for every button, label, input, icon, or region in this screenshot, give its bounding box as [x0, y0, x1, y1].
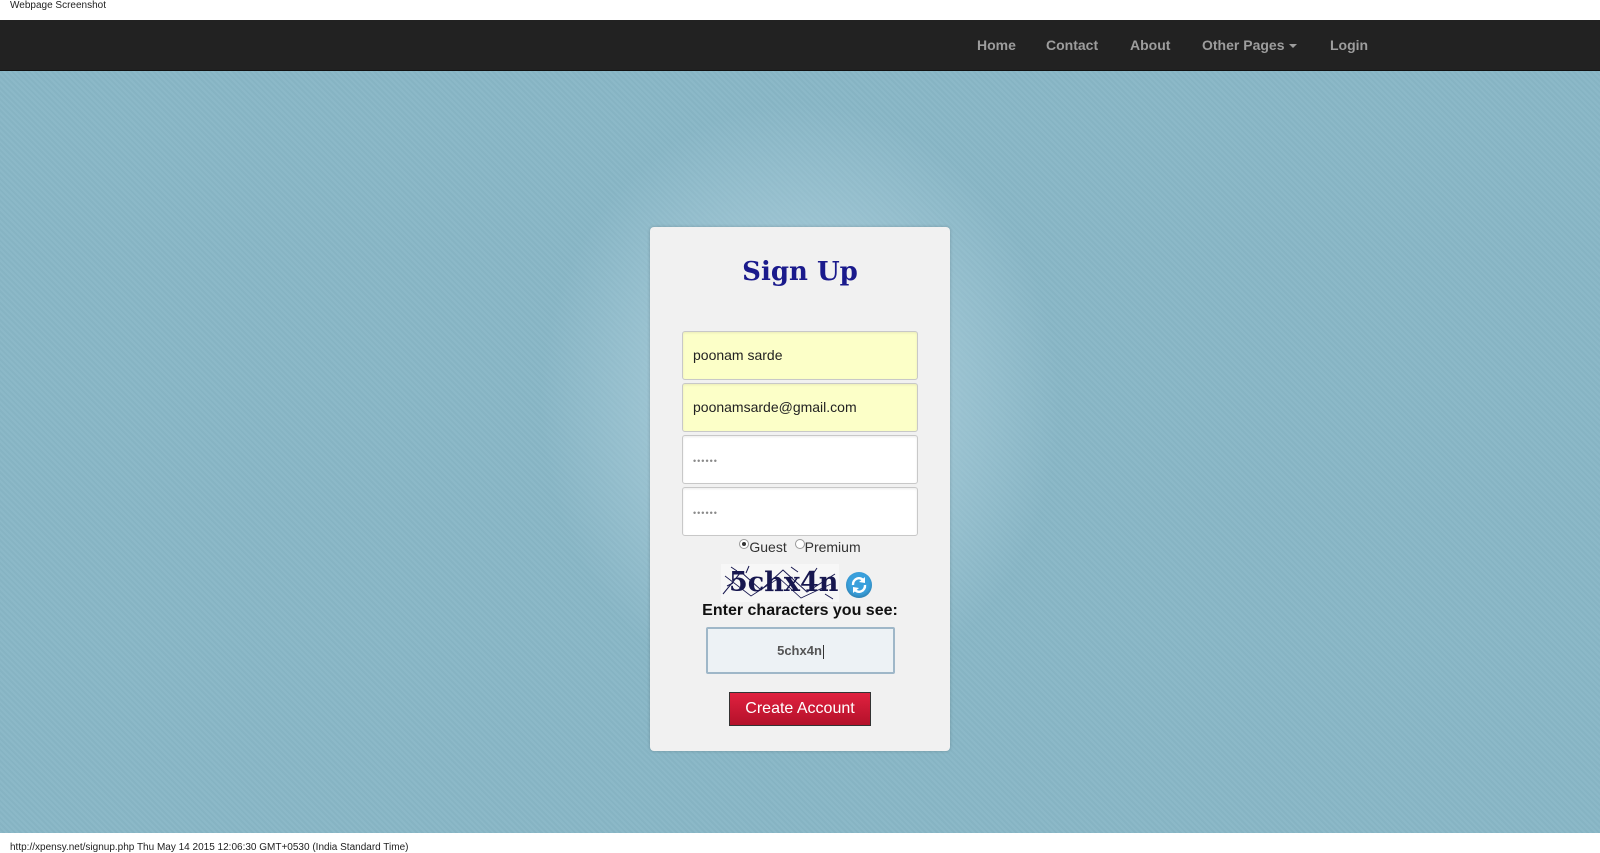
captcha-prompt: Enter characters you see: [702, 602, 898, 619]
capture-header: Webpage Screenshot [0, 0, 1600, 20]
top-navbar: Home Contact About Other Pages Login [0, 20, 1600, 71]
capture-header-text: Webpage Screenshot [10, 0, 106, 11]
nav-login-link[interactable]: Login [1330, 20, 1368, 70]
refresh-captcha-icon[interactable] [846, 572, 872, 598]
caret-down-icon [1289, 44, 1298, 49]
guest-radio[interactable] [739, 539, 750, 549]
confirm-password-field[interactable]: •••••• [682, 487, 918, 536]
captcha-input-value: 5chx4n [777, 643, 822, 658]
captcha-image: 5chx4n [721, 564, 839, 602]
create-account-button[interactable]: Create Account [729, 692, 871, 726]
captcha-image-text: 5chx4n [729, 567, 839, 598]
email-field-value: poonamsarde@gmail.com [693, 399, 857, 415]
account-type-group: Guest Premium [650, 539, 950, 555]
signup-card: Sign Up poonam sarde poonamsarde@gmail.c… [650, 227, 950, 751]
nav-about-link[interactable]: About [1130, 20, 1170, 70]
premium-radio-label: Premium [804, 539, 861, 555]
name-field[interactable]: poonam sarde [682, 331, 918, 380]
password-mask: •••••• [693, 456, 718, 466]
password-field[interactable]: •••••• [682, 435, 918, 484]
capture-footer: http://xpensy.net/signup.php Thu May 14 … [0, 833, 1600, 853]
nav-home-link[interactable]: Home [977, 20, 1016, 70]
signup-title: Sign Up [742, 257, 858, 287]
confirm-password-mask: •••••• [693, 508, 718, 518]
text-cursor [822, 644, 824, 659]
premium-radio[interactable] [794, 539, 805, 549]
guest-radio-label: Guest [749, 539, 787, 555]
nav-contact-link[interactable]: Contact [1046, 20, 1098, 70]
nav-other-pages-dropdown[interactable]: Other Pages [1202, 20, 1298, 70]
nav-other-pages-label: Other Pages [1202, 37, 1285, 53]
page-url-timestamp: http://xpensy.net/signup.php Thu May 14 … [10, 842, 409, 853]
name-field-value: poonam sarde [693, 347, 783, 363]
email-field[interactable]: poonamsarde@gmail.com [682, 383, 918, 432]
captcha-input[interactable]: 5chx4n [706, 627, 895, 674]
captcha-row: 5chx4n [721, 564, 881, 602]
page-background: Sign Up poonam sarde poonamsarde@gmail.c… [0, 71, 1600, 833]
